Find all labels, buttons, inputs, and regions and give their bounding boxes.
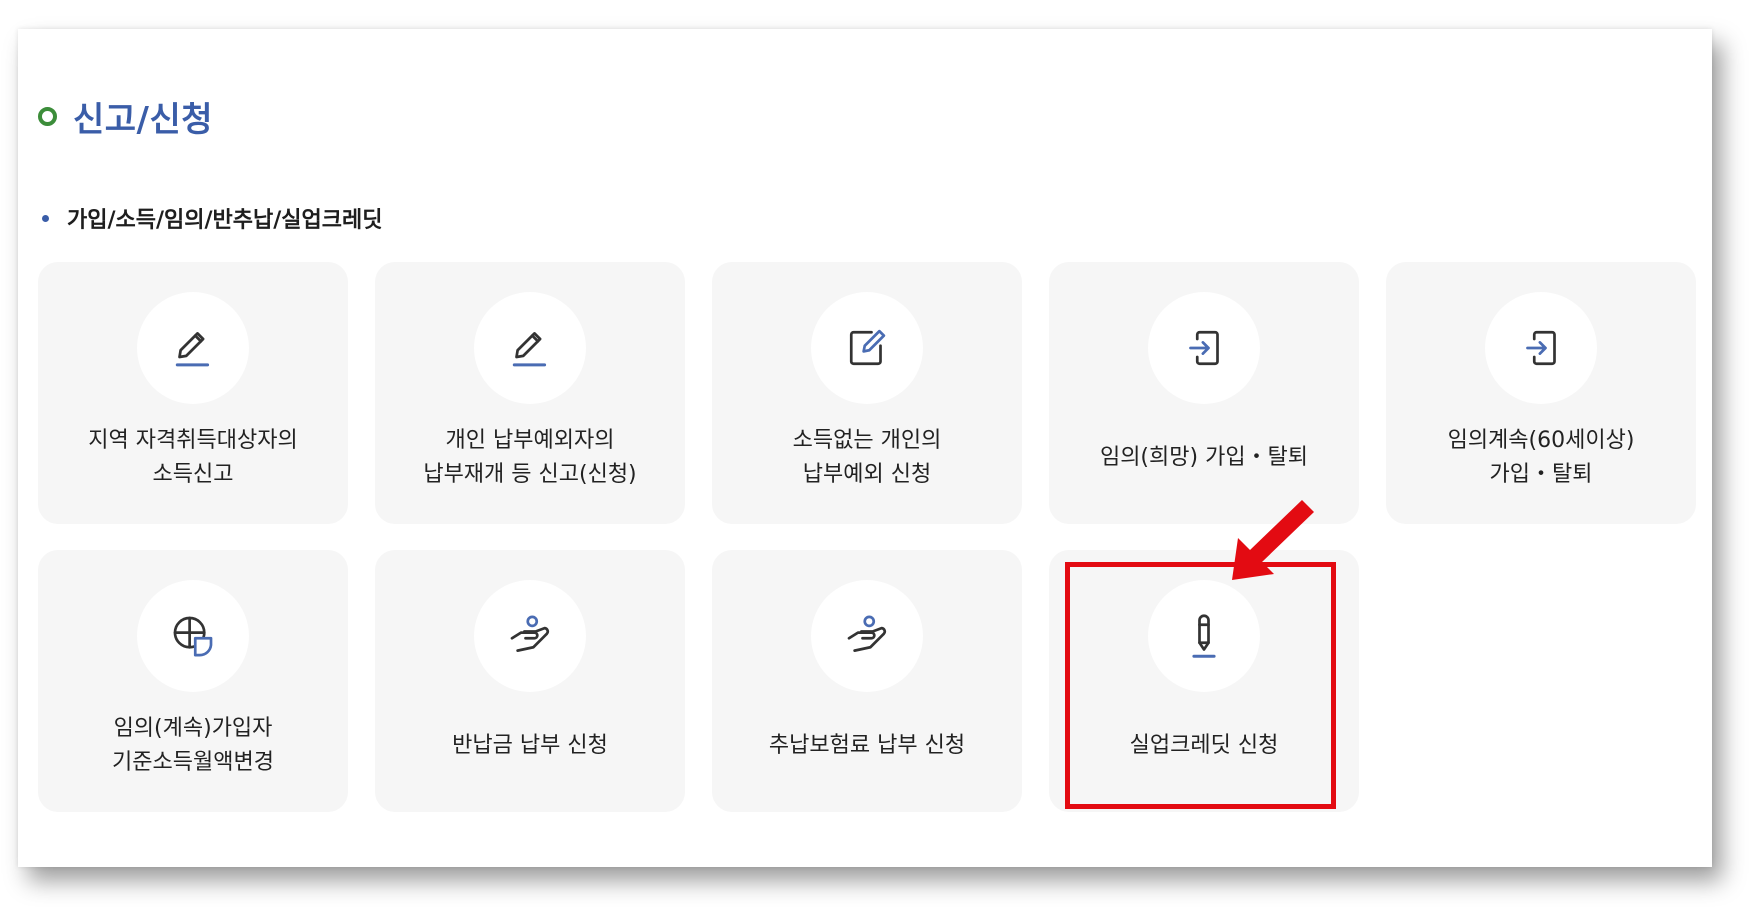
card-label: 소득없는 개인의 납부예외 신청: [792, 428, 942, 487]
hand-person-icon: [510, 615, 550, 652]
bullet-dot-icon: [42, 214, 49, 222]
card-refund-payment-request[interactable]: 반납금 납부 신청: [375, 550, 685, 812]
edit-box-icon: [849, 329, 886, 366]
card-label: 임의(희망) 가입・탈퇴: [1099, 445, 1309, 470]
pie-chart-icon: [173, 616, 213, 657]
section-heading: 신고/신청: [38, 88, 213, 144]
group-title: 가입/소득/임의/반추납/실업크레딧: [67, 208, 383, 233]
hand-person-icon: [847, 615, 887, 652]
icon-circle: [1485, 292, 1597, 404]
icon-circle: [474, 292, 586, 404]
icon-circle: [137, 580, 249, 692]
sign-in-icon: [1526, 330, 1556, 366]
card-label: 임의(계속)가입자 기준소득월액변경: [112, 716, 274, 775]
card-continued-join-withdraw[interactable]: 임의계속(60세이상) 가입・탈퇴: [1386, 262, 1696, 524]
card-additional-payment-request[interactable]: 추납보험료 납부 신청: [712, 550, 1022, 812]
icon-circle: [137, 292, 249, 404]
card-payment-resume-report[interactable]: 개인 납부예외자의 납부재개 등 신고(신청): [375, 262, 685, 524]
icon-circle: [474, 580, 586, 692]
icon-circle: [811, 580, 923, 692]
icon-circle: [811, 292, 923, 404]
red-arrow-icon: [1232, 500, 1314, 580]
card-label: 추납보험료 납부 신청: [768, 733, 966, 758]
card-income-amount-change[interactable]: 임의(계속)가입자 기준소득월액변경: [38, 550, 348, 812]
pencil-underline-icon: [512, 332, 547, 367]
card-label: 개인 납부예외자의 납부재개 등 신고(신청): [423, 428, 637, 487]
sign-in-icon: [1189, 330, 1219, 366]
card-voluntary-join-withdraw[interactable]: 임의(희망) 가입・탈퇴: [1049, 262, 1359, 524]
card-label: 반납금 납부 신청: [452, 733, 608, 758]
bullet-circle-icon: [38, 106, 57, 126]
group-heading: 가입/소득/임의/반추납/실업크레딧: [42, 200, 383, 236]
card-label: 지역 자격취득대상자의 소득신고: [88, 428, 298, 487]
card-regional-income-report[interactable]: 지역 자격취득대상자의 소득신고: [38, 262, 348, 524]
card-label: 임의계속(60세이상) 가입・탈퇴: [1447, 428, 1635, 487]
card-payment-exemption-request[interactable]: 소득없는 개인의 납부예외 신청: [712, 262, 1022, 524]
icon-circle: [1148, 292, 1260, 404]
pencil-underline-icon: [175, 332, 210, 367]
highlight-box: [1065, 562, 1336, 809]
section-title: 신고/신청: [73, 99, 214, 140]
